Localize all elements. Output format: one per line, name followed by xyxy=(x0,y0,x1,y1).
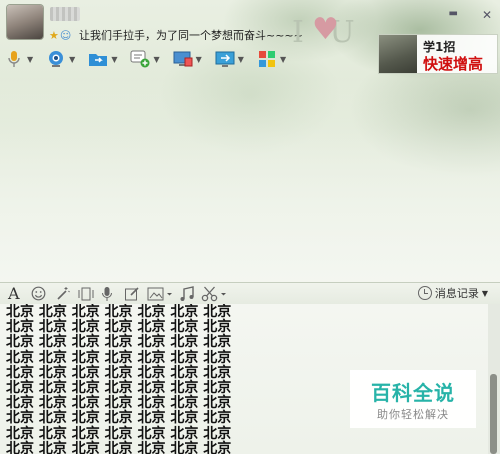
font-button[interactable]: A xyxy=(8,284,20,303)
send-file-button[interactable]: ▼ xyxy=(88,49,117,69)
file-transfer-icon xyxy=(88,49,108,69)
contact-avatar[interactable] xyxy=(7,5,43,39)
title-bar: ★☺ 让我们手拉手，为了同一个梦想而奋斗~~~~ I U ♥ ▬ ✕ 学1招 快… xyxy=(0,0,500,74)
contact-signature: 让我们手拉手，为了同一个梦想而奋斗~~~~ xyxy=(79,29,303,42)
screenshot-scissors-icon[interactable] xyxy=(201,285,229,302)
create-discussion-button[interactable]: ▼ xyxy=(130,49,160,69)
minimize-button[interactable]: ▬ xyxy=(448,8,457,22)
magic-wand-icon[interactable] xyxy=(55,285,71,302)
remote-assist-button[interactable]: ▼ xyxy=(173,49,202,69)
chat-add-icon xyxy=(130,49,150,69)
shake-window-icon[interactable] xyxy=(77,285,95,302)
chevron-down-icon[interactable]: ▼ xyxy=(111,55,117,64)
webcam-icon xyxy=(46,49,66,69)
ad-banner[interactable]: 学1招 快速增高 xyxy=(378,34,498,74)
music-icon[interactable] xyxy=(179,285,195,302)
input-toolbar: A 消息记录 ▼ xyxy=(0,283,500,304)
chevron-down-icon[interactable]: ▼ xyxy=(238,55,244,64)
scrollbar-thumb[interactable] xyxy=(490,374,497,454)
message-input-text[interactable]: 北京 北京 北京 北京 北京 北京 北京 北京 北京 北京 北京 北京 北京 北… xyxy=(6,304,306,454)
chevron-down-icon[interactable]: ▼ xyxy=(69,55,75,64)
message-display-area[interactable] xyxy=(0,76,500,282)
input-scrollbar[interactable] xyxy=(488,304,500,454)
remote-desktop-icon xyxy=(173,49,193,69)
edit-icon[interactable] xyxy=(124,285,140,302)
video-call-button[interactable]: ▼ xyxy=(46,49,75,69)
ad-image xyxy=(379,35,417,73)
chevron-down-icon[interactable]: ▼ xyxy=(280,55,286,64)
image-icon[interactable] xyxy=(147,285,173,302)
microphone-icon xyxy=(4,49,24,69)
chevron-down-icon[interactable]: ▼ xyxy=(196,55,202,64)
chevron-down-icon[interactable]: ▼ xyxy=(27,55,33,64)
screen-share-button[interactable]: ▼ xyxy=(215,49,244,69)
q-icon: ☺ xyxy=(59,29,72,42)
ad-headline: 快速增高 xyxy=(423,55,484,73)
chat-toolbar: ▼ ▼ ▼ ▼ ▼ ▼ ▼ xyxy=(4,47,299,71)
star-icon: ★ xyxy=(49,29,59,42)
clock-icon xyxy=(417,286,432,300)
message-history-button[interactable]: 消息记录 ▼ xyxy=(417,285,488,301)
chevron-down-icon[interactable]: ▼ xyxy=(153,55,159,64)
close-button[interactable]: ✕ xyxy=(482,8,492,22)
contact-nickname-blurred xyxy=(50,7,80,21)
apps-icon xyxy=(257,49,277,69)
emoji-icon[interactable] xyxy=(31,285,46,302)
watermark-subtitle: 助你轻松解决 xyxy=(377,408,449,421)
watermark-title: 百科全说 xyxy=(371,381,455,405)
voice-call-button[interactable]: ▼ xyxy=(4,49,33,69)
status-icons: ★☺ xyxy=(49,29,72,42)
history-label: 消息记录 xyxy=(434,287,479,300)
window-controls: ▬ ✕ xyxy=(448,8,492,22)
heart-icon: ♥ xyxy=(312,12,339,47)
watermark-logo: 百科全说 助你轻松解决 xyxy=(350,370,476,428)
chevron-down-icon: ▼ xyxy=(481,288,488,298)
voice-message-icon[interactable] xyxy=(101,285,113,302)
apps-button[interactable]: ▼ xyxy=(257,49,286,69)
screen-share-icon xyxy=(215,49,235,69)
